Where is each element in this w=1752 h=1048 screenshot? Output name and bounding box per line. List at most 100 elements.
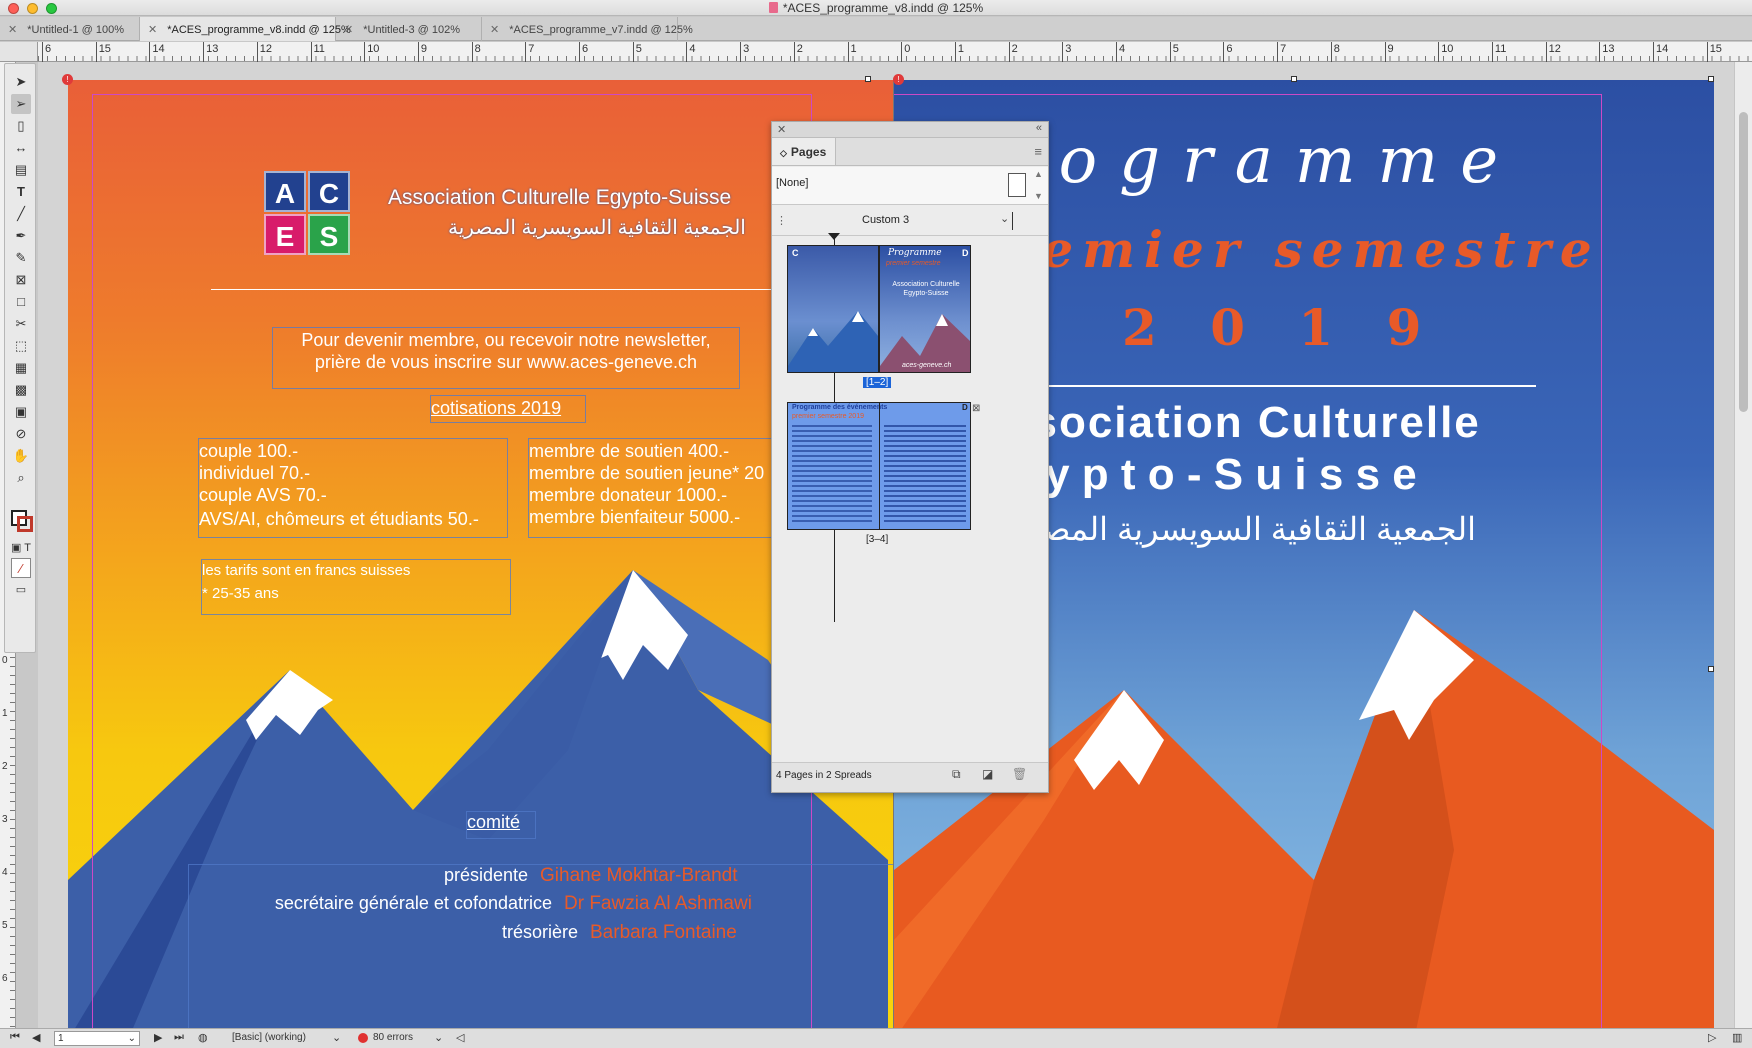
rectangle-frame-tool-icon[interactable]: ⊠	[11, 270, 31, 290]
selection-handle[interactable]	[1708, 76, 1714, 82]
error-count[interactable]: 80 errors	[373, 1032, 413, 1043]
divider-line[interactable]	[1006, 385, 1536, 387]
vertical-scroll-thumb[interactable]	[1739, 112, 1748, 412]
fill-stroke-swatches[interactable]	[11, 510, 33, 532]
selection-tool-icon[interactable]: ➤	[11, 72, 31, 92]
document-icon	[768, 2, 778, 13]
close-tab-icon[interactable]: ✕	[490, 24, 499, 36]
hand-tool-icon[interactable]: ✋	[11, 446, 31, 466]
rectangle-tool-icon[interactable]: □	[11, 292, 31, 312]
spreads-area[interactable]: C Programme premier semestre Association…	[772, 233, 1048, 767]
last-page-icon[interactable]: ⏭	[174, 1031, 184, 1044]
content-collector-icon[interactable]: ▤	[11, 160, 31, 180]
spread-2-thumbnail[interactable]: Programme des événements premier semestr…	[787, 402, 971, 530]
previous-page-icon[interactable]: ◀	[32, 1031, 40, 1044]
page-tool-icon[interactable]: ▯	[11, 116, 31, 136]
spread-1-label[interactable]: [1–2]	[863, 377, 892, 388]
scroll-right-icon[interactable]: ▷	[1708, 1031, 1716, 1044]
new-page-icon[interactable]: ◪	[982, 767, 993, 781]
page-1-thumbnail[interactable]: C	[787, 245, 879, 373]
cotisations-frame[interactable]: cotisations 2019	[430, 395, 586, 423]
association-line-2[interactable]: g y p t o - S u i s s e	[1006, 450, 1417, 500]
eyedropper-tool-icon[interactable]: ⊘	[11, 424, 31, 444]
scroll-up-icon[interactable]: ▲	[1034, 169, 1043, 179]
org-name-arabic[interactable]: الجمعية الثقافية السويسرية المصرية	[448, 215, 746, 240]
first-page-icon[interactable]: ⏮	[10, 1031, 20, 1044]
chevron-down-icon[interactable]: ⌄	[434, 1031, 443, 1044]
none-master-thumbnail[interactable]	[1008, 173, 1026, 197]
spread-2-label[interactable]: [3–4]	[866, 534, 888, 545]
dropdown-chevron-icon[interactable]: ⌄	[1000, 212, 1009, 225]
zoom-tool-icon[interactable]: ⌕	[11, 468, 31, 488]
tab-untitled-3[interactable]: ✕ *Untitled-3 @ 102%	[336, 17, 482, 41]
type-tool-icon[interactable]: T	[11, 182, 31, 202]
thumbnail-subtitle: premier semestre	[886, 260, 941, 267]
programme-title[interactable]: rogramme	[1006, 124, 1520, 198]
scroll-down-icon[interactable]: ▼	[1034, 191, 1043, 201]
collapse-panel-icon[interactable]: «	[1036, 122, 1042, 134]
aces-logo[interactable]: A C E S	[264, 171, 358, 263]
semester-title[interactable]: remier semestre	[1006, 220, 1601, 279]
close-tab-icon[interactable]: ✕	[148, 24, 157, 36]
tariff-note-frame[interactable]: les tarifs sont en francs suisses * 25-3…	[201, 559, 511, 615]
error-indicator-icon[interactable]	[358, 1033, 368, 1043]
gradient-swatch-tool-icon[interactable]: ▦	[11, 358, 31, 378]
pages-tab-label: Pages	[790, 145, 827, 159]
gradient-feather-tool-icon[interactable]: ▩	[11, 380, 31, 400]
comite-frame[interactable]: comité	[466, 811, 536, 839]
next-page-icon[interactable]: ▶	[154, 1031, 162, 1044]
tab-aces-v8[interactable]: ✕ *ACES_programme_v8.indd @ 125%	[140, 17, 351, 41]
association-arabic[interactable]: الجمعية الثقافية السويسرية المصر	[1006, 510, 1477, 548]
line-tool-icon[interactable]: ╱	[11, 204, 31, 224]
apply-none-icon[interactable]: ⁄	[11, 558, 31, 578]
association-line-1[interactable]: ssociation Culturelle	[1006, 398, 1481, 448]
close-panel-icon[interactable]: ✕	[777, 123, 786, 136]
panel-menu-icon[interactable]: ≡	[1034, 144, 1042, 159]
ruler-origin[interactable]	[0, 42, 38, 62]
committee-frame[interactable]	[188, 864, 894, 1036]
panel-title-strip[interactable]: ✕ «	[772, 122, 1048, 138]
divider-line[interactable]	[211, 289, 771, 290]
stroke-swatch-icon[interactable]	[17, 516, 33, 532]
logo-tile-a: A	[264, 171, 306, 212]
gap-tool-icon[interactable]: ↔	[11, 138, 31, 158]
tab-aces-v7[interactable]: ✕ *ACES_programme_v7.indd @ 125%	[482, 17, 693, 41]
preflight-profile[interactable]: [Basic] (working)	[232, 1032, 306, 1043]
newsletter-line-2: prière de vous inscrire sur www.aces-gen…	[314, 352, 698, 372]
year-title[interactable]: 2 0 1 9	[1122, 298, 1439, 357]
close-tab-icon[interactable]: ✕	[344, 24, 353, 36]
note-tool-icon[interactable]: ▣	[11, 402, 31, 422]
warning-icon[interactable]: !	[62, 74, 73, 85]
edit-page-size-icon[interactable]: ⧉	[952, 767, 961, 782]
selection-handle[interactable]	[1291, 76, 1297, 82]
screen-mode-icon[interactable]: ▭	[11, 580, 31, 600]
split-view-icon[interactable]: ▥	[1732, 1031, 1742, 1044]
close-spread-icon[interactable]: ⊠	[972, 403, 980, 414]
selection-handle[interactable]	[1708, 666, 1714, 672]
fee-item: couple AVS 70.-	[199, 485, 327, 505]
ruler-major-tick	[1223, 42, 1225, 62]
pen-tool-icon[interactable]: ✒	[11, 226, 31, 246]
chevron-down-icon[interactable]: ⌄	[128, 1032, 136, 1045]
tab-pages[interactable]: ◇ Pages	[772, 138, 836, 165]
preflight-icon[interactable]: ◍	[198, 1031, 208, 1044]
vertical-scrollbar[interactable]	[1734, 62, 1752, 1028]
pencil-tool-icon[interactable]: ✎	[11, 248, 31, 268]
none-master-row[interactable]: [None] ▲ ▼	[772, 167, 1048, 205]
direct-selection-tool-icon[interactable]: ➢	[11, 94, 31, 114]
newsletter-text-frame[interactable]: Pour devenir membre, ou recevoir notre n…	[272, 327, 740, 389]
close-tab-icon[interactable]: ✕	[8, 24, 17, 36]
scroll-left-icon[interactable]: ◁	[456, 1031, 464, 1044]
delete-page-icon[interactable]: 🗑	[1012, 767, 1027, 781]
formatting-affects-container-icon[interactable]: ▣ T	[11, 538, 31, 558]
selection-handle[interactable]	[865, 76, 871, 82]
page-2-thumbnail[interactable]: Programme premier semestre Association C…	[879, 245, 971, 373]
tab-untitled-1[interactable]: ✕ *Untitled-1 @ 100%	[0, 17, 140, 41]
page-number-field[interactable]: 1 ⌄	[54, 1031, 140, 1046]
warning-icon[interactable]: !	[893, 74, 904, 85]
org-name-french[interactable]: Association Culturelle Egypto-Suisse	[388, 186, 731, 210]
scissors-tool-icon[interactable]: ✂	[11, 314, 31, 334]
fees-left-frame[interactable]: couple 100.- individuel 70.- couple AVS …	[198, 438, 508, 538]
free-transform-tool-icon[interactable]: ⬚	[11, 336, 31, 356]
chevron-down-icon[interactable]: ⌄	[332, 1031, 341, 1044]
